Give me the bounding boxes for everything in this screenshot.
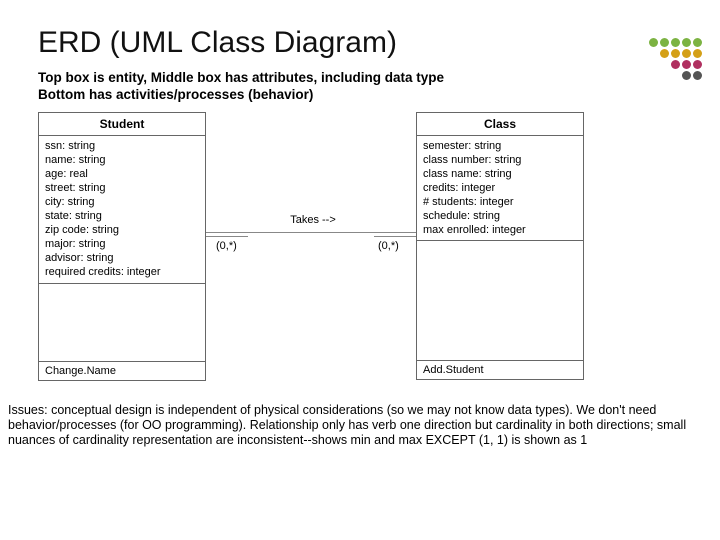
attr-row: required credits: integer: [45, 265, 199, 279]
attr-row: name: string: [45, 153, 199, 167]
attr-row: age: real: [45, 167, 199, 181]
subtitle-block: Top box is entity, Middle box has attrib…: [38, 70, 698, 104]
entity-class-name: Class: [417, 113, 583, 136]
relationship-line-shadow-right: [374, 236, 416, 237]
method-row: Change.Name: [45, 365, 199, 377]
entity-class-attrs: semester: string class number: string cl…: [417, 136, 583, 242]
subtitle-line-1: Top box is entity, Middle box has attrib…: [38, 70, 698, 87]
relationship-line: [206, 232, 416, 233]
decor-dots: [649, 38, 702, 80]
page-title: ERD (UML Class Diagram): [38, 26, 698, 60]
attr-row: semester: string: [423, 139, 577, 153]
entity-student: Student ssn: string name: string age: re…: [38, 112, 206, 381]
entity-student-methods: Change.Name: [39, 362, 205, 380]
attr-row: class number: string: [423, 153, 577, 167]
attr-row: schedule: string: [423, 209, 577, 223]
attr-row: credits: integer: [423, 181, 577, 195]
attr-row: state: string: [45, 209, 199, 223]
relationship-line-shadow-left: [206, 236, 248, 237]
attr-row: zip code: string: [45, 223, 199, 237]
entity-student-name: Student: [39, 113, 205, 136]
attr-row: city: string: [45, 195, 199, 209]
uml-diagram: Student ssn: string name: string age: re…: [38, 112, 638, 397]
entity-student-spacer: [39, 284, 205, 362]
entity-class-methods: Add.Student: [417, 361, 583, 379]
attr-row: # students: integer: [423, 195, 577, 209]
cardinality-left: (0,*): [216, 240, 237, 252]
entity-class-spacer: [417, 241, 583, 361]
cardinality-right: (0,*): [378, 240, 399, 252]
attr-row: advisor: string: [45, 251, 199, 265]
relationship-label: Takes -->: [273, 214, 353, 226]
entity-class: Class semester: string class number: str…: [416, 112, 584, 381]
attr-row: street: string: [45, 181, 199, 195]
issues-text: Issues: conceptual design is independent…: [8, 403, 688, 449]
subtitle-line-2: Bottom has activities/processes (behavio…: [38, 87, 698, 104]
entity-student-attrs: ssn: string name: string age: real stree…: [39, 136, 205, 284]
attr-row: ssn: string: [45, 139, 199, 153]
attr-row: major: string: [45, 237, 199, 251]
attr-row: class name: string: [423, 167, 577, 181]
method-row: Add.Student: [423, 364, 577, 376]
attr-row: max enrolled: integer: [423, 223, 577, 237]
